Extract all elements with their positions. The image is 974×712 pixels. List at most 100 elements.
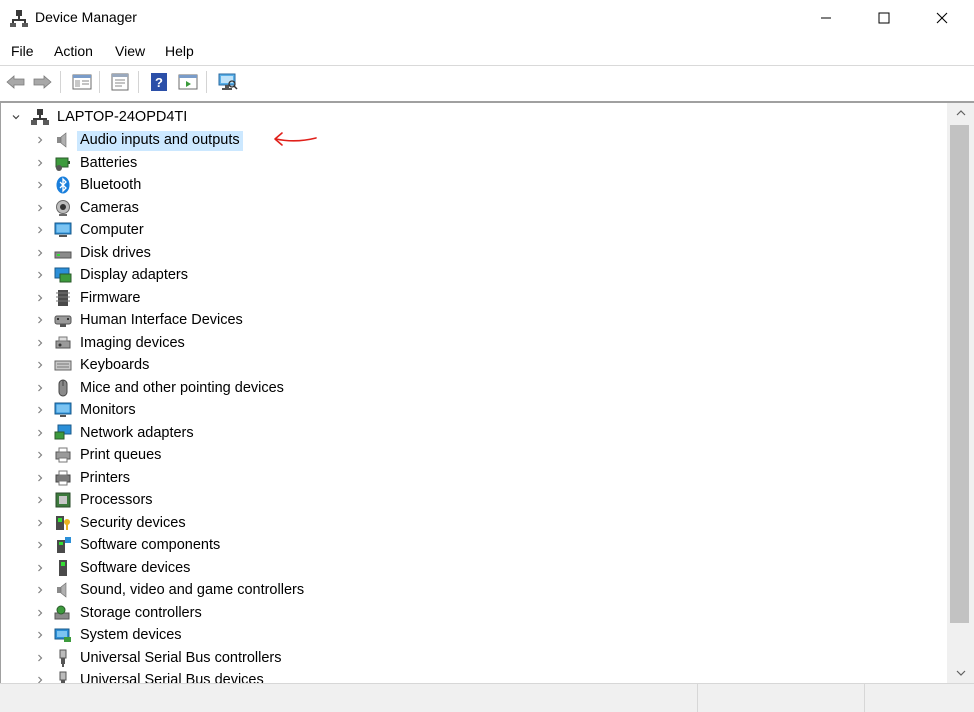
action-pane-button[interactable] (176, 70, 200, 94)
tree-root-row[interactable]: LAPTOP-24OPD4TI (1, 106, 901, 128)
close-icon (936, 12, 948, 24)
vertical-scrollbar[interactable] (947, 103, 974, 683)
scroll-thumb[interactable] (950, 125, 969, 623)
tree-category-label[interactable]: Firmware (77, 289, 143, 309)
tree-category-label[interactable]: Display adapters (77, 266, 191, 286)
expand-chevron-icon[interactable] (33, 264, 47, 286)
expand-chevron-icon[interactable] (33, 534, 47, 556)
menu-file[interactable]: File (11, 43, 34, 59)
tree-category-row[interactable]: Firmware (1, 287, 901, 309)
tree-category-label[interactable]: Storage controllers (77, 604, 205, 624)
tree-category-row[interactable]: Imaging devices (1, 332, 901, 354)
menu-view[interactable]: View (115, 43, 145, 59)
help-button[interactable]: ? (147, 70, 171, 94)
tree-category-label[interactable]: Imaging devices (77, 334, 188, 354)
tree-category-label[interactable]: Security devices (77, 514, 189, 534)
tree-category-label[interactable]: Keyboards (77, 356, 152, 376)
tree-category-label[interactable]: Software components (77, 536, 223, 556)
tree-category-label[interactable]: Printers (77, 469, 133, 489)
tree-category-row[interactable]: Universal Serial Bus controllers (1, 647, 901, 669)
tree-category-row[interactable]: Network adapters (1, 422, 901, 444)
expand-chevron-icon[interactable] (33, 602, 47, 624)
show-hide-console-tree-button[interactable] (70, 70, 94, 94)
tree-category-label[interactable]: Mice and other pointing devices (77, 379, 287, 399)
expand-chevron-icon[interactable] (33, 242, 47, 264)
expand-chevron-icon[interactable] (33, 647, 47, 669)
scroll-up-button[interactable] (947, 103, 974, 123)
properties-button[interactable] (108, 70, 132, 94)
menu-help[interactable]: Help (165, 43, 194, 59)
back-button[interactable] (4, 70, 28, 94)
expand-chevron-icon[interactable] (33, 399, 47, 421)
collapse-chevron-icon[interactable] (9, 106, 23, 128)
expand-chevron-icon[interactable] (33, 557, 47, 579)
expand-chevron-icon[interactable] (33, 332, 47, 354)
tree-category-label[interactable]: Computer (77, 221, 147, 241)
tree-category-row[interactable]: Storage controllers (1, 602, 901, 624)
tree-category-label[interactable]: Monitors (77, 401, 139, 421)
tree-category-row[interactable]: Cameras (1, 197, 901, 219)
tree-category-label[interactable]: Universal Serial Bus devices (77, 671, 267, 683)
expand-chevron-icon[interactable] (33, 377, 47, 399)
tree-category-label[interactable]: Network adapters (77, 424, 197, 444)
tree-category-row[interactable]: Monitors (1, 399, 901, 421)
tree-category-row[interactable]: Bluetooth (1, 174, 901, 196)
tree-category-label[interactable]: System devices (77, 626, 185, 646)
tree-category-row[interactable]: Security devices (1, 512, 901, 534)
expand-chevron-icon[interactable] (33, 467, 47, 489)
tree-category-row[interactable]: Computer (1, 219, 901, 241)
expand-chevron-icon[interactable] (33, 354, 47, 376)
tree-category-row[interactable]: Human Interface Devices (1, 309, 901, 331)
maximize-button[interactable] (855, 0, 913, 36)
tree-category-row[interactable]: System devices (1, 624, 901, 646)
expand-chevron-icon[interactable] (33, 129, 47, 151)
tree-category-label[interactable]: Bluetooth (77, 176, 144, 196)
tree-category-label[interactable]: Software devices (77, 559, 193, 579)
title-bar: Device Manager (0, 0, 974, 36)
tree-category-row[interactable]: Printers (1, 467, 901, 489)
expand-chevron-icon[interactable] (33, 579, 47, 601)
tree-category-row[interactable]: Display adapters (1, 264, 901, 286)
scan-hardware-button[interactable] (216, 70, 240, 94)
tree-category-row[interactable]: Audio inputs and outputs (1, 129, 901, 151)
expand-chevron-icon[interactable] (33, 422, 47, 444)
tree-category-row[interactable]: Software components (1, 534, 901, 556)
tree-category-row[interactable]: Software devices (1, 557, 901, 579)
tree-category-row[interactable]: Keyboards (1, 354, 901, 376)
tree-category-row[interactable]: Print queues (1, 444, 901, 466)
tree-category-label[interactable]: Print queues (77, 446, 164, 466)
expand-chevron-icon[interactable] (33, 444, 47, 466)
expand-chevron-icon[interactable] (33, 219, 47, 241)
device-tree[interactable]: LAPTOP-24OPD4TI Audio inputs and outputs… (1, 103, 951, 683)
expand-chevron-icon[interactable] (33, 309, 47, 331)
tree-category-label[interactable]: Cameras (77, 199, 142, 219)
tree-category-label[interactable]: Audio inputs and outputs (77, 131, 243, 151)
tree-category-row[interactable]: Universal Serial Bus devices (1, 669, 901, 683)
tree-root-label[interactable]: LAPTOP-24OPD4TI (54, 108, 190, 128)
expand-chevron-icon[interactable] (33, 174, 47, 196)
tree-category-row[interactable]: Mice and other pointing devices (1, 377, 901, 399)
tree-category-label[interactable]: Disk drives (77, 244, 154, 264)
tree-category-label[interactable]: Human Interface Devices (77, 311, 246, 331)
expand-chevron-icon[interactable] (33, 152, 47, 174)
minimize-button[interactable] (797, 0, 855, 36)
scroll-down-button[interactable] (947, 663, 974, 683)
tree-category-label[interactable]: Processors (77, 491, 156, 511)
tree-category-label[interactable]: Universal Serial Bus controllers (77, 649, 284, 669)
expand-chevron-icon[interactable] (33, 512, 47, 534)
tree-category-label[interactable]: Sound, video and game controllers (77, 581, 307, 601)
expand-chevron-icon[interactable] (33, 197, 47, 219)
tree-category-row[interactable]: Processors (1, 489, 901, 511)
expand-chevron-icon[interactable] (33, 489, 47, 511)
tree-category-label[interactable]: Batteries (77, 154, 140, 174)
close-button[interactable] (913, 0, 971, 36)
tree-category-row[interactable]: Batteries (1, 152, 901, 174)
expand-chevron-icon[interactable] (33, 287, 47, 309)
menu-action[interactable]: Action (54, 43, 93, 59)
forward-button[interactable] (30, 70, 54, 94)
sound-controller-icon (54, 581, 72, 599)
tree-category-row[interactable]: Disk drives (1, 242, 901, 264)
expand-chevron-icon[interactable] (33, 624, 47, 646)
tree-category-row[interactable]: Sound, video and game controllers (1, 579, 901, 601)
expand-chevron-icon[interactable] (33, 669, 47, 683)
